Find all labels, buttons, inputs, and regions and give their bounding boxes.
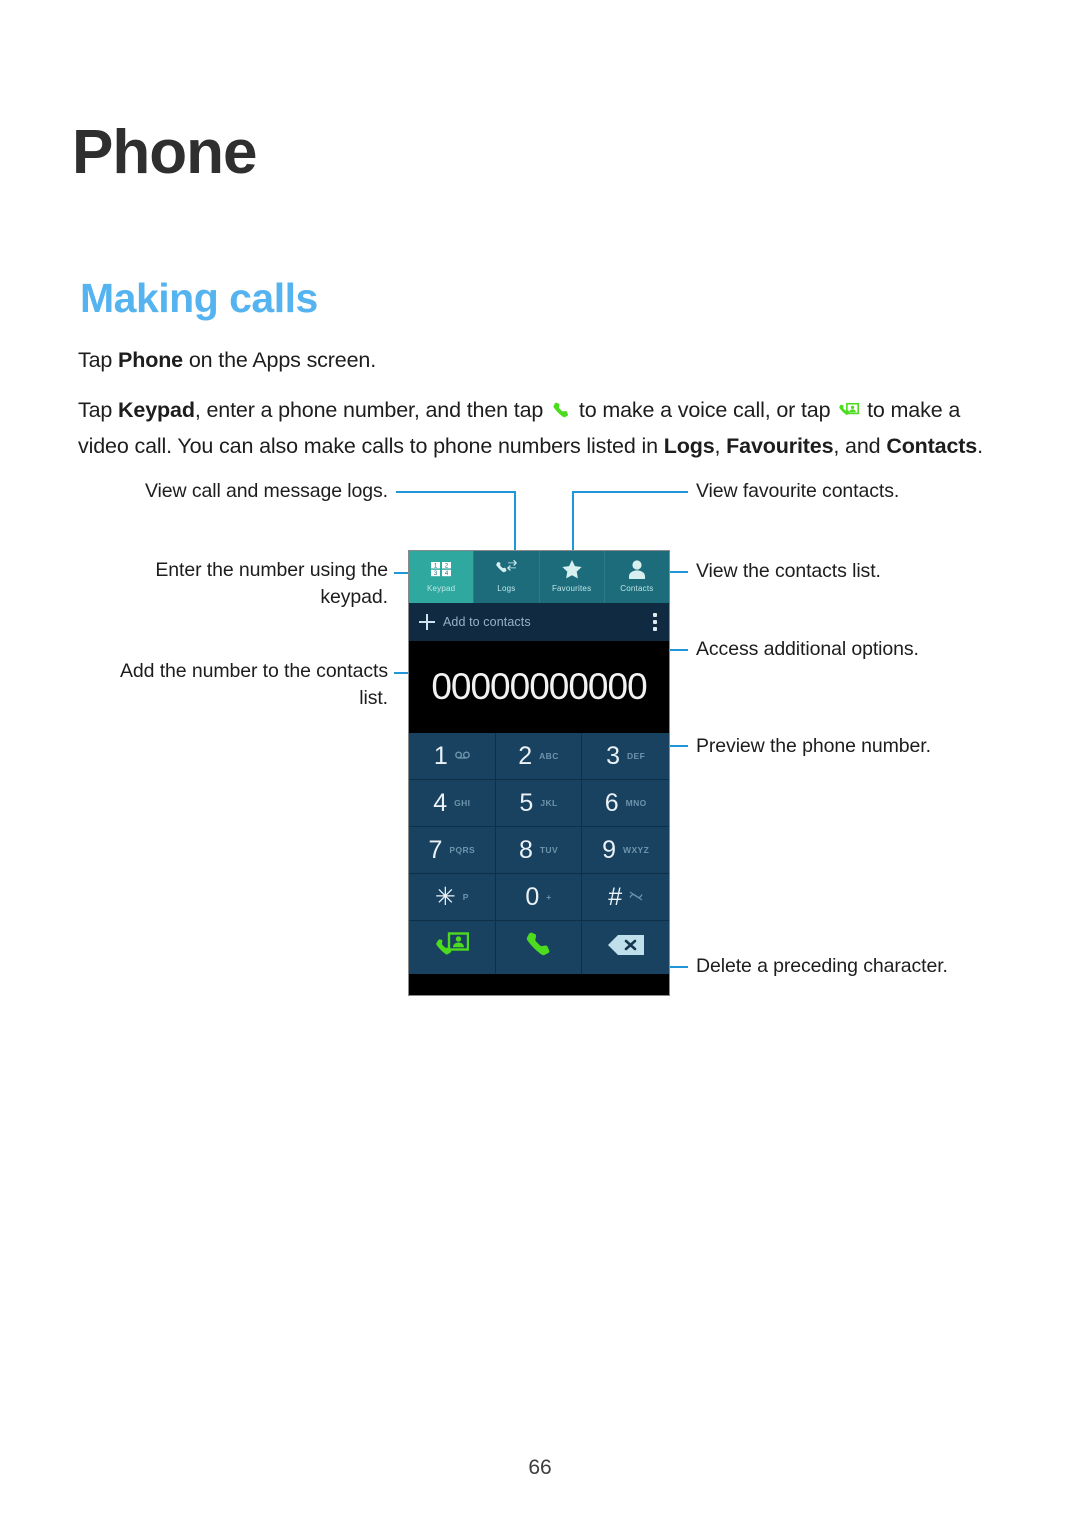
- video-call-icon: [435, 931, 470, 964]
- p1-text-after: on the Apps screen.: [183, 348, 377, 372]
- annotation-contacts: View the contacts list.: [696, 560, 881, 582]
- body-text: Tap Phone on the Apps screen. Tap Keypad…: [78, 344, 1012, 462]
- video-call-button[interactable]: [409, 921, 496, 974]
- phone-number-value: 00000000000: [431, 666, 647, 707]
- key-7-letters: PQRS: [449, 845, 476, 855]
- dialer-action-row: [409, 921, 669, 974]
- key-5[interactable]: 5 JKL: [495, 780, 583, 827]
- tab-keypad[interactable]: 1 2 3 4 Keypad: [409, 551, 475, 603]
- annotation-preview-number: Preview the phone number.: [696, 735, 931, 757]
- key-2-digit: 2: [518, 741, 533, 770]
- leader-logs-v: [514, 491, 516, 553]
- annotation-more-options: Access additional options.: [696, 638, 919, 660]
- mute-wave-icon: [629, 891, 643, 903]
- section-heading: Making calls: [80, 275, 318, 321]
- p2-t6: , and: [833, 434, 887, 458]
- paragraph-2: Tap Keypad, enter a phone number, and th…: [78, 394, 1012, 462]
- page-number: 66: [528, 1456, 552, 1479]
- tab-logs[interactable]: Logs: [474, 551, 540, 603]
- key-9[interactable]: 9 WXYZ: [582, 827, 669, 874]
- tab-contacts[interactable]: Contacts: [604, 551, 669, 603]
- key-star-sub: P: [462, 892, 469, 902]
- key-7-digit: 7: [428, 835, 443, 864]
- add-to-contacts-label: Add to contacts: [443, 615, 531, 629]
- person-icon: [628, 557, 646, 581]
- star-icon: [562, 557, 582, 581]
- p2-t3: to make a voice call, or tap: [573, 398, 837, 422]
- tab-favourites-label: Favourites: [551, 584, 592, 593]
- leader-fav-h: [572, 491, 688, 493]
- p2-bold-keypad: Keypad: [118, 398, 195, 422]
- key-3-letters: DEF: [627, 751, 646, 761]
- key-1-digit: 1: [433, 741, 448, 770]
- key-2[interactable]: 2 ABC: [495, 733, 583, 780]
- backspace-button[interactable]: [582, 921, 669, 974]
- key-star[interactable]: ✳ P: [409, 874, 496, 921]
- key-hash-digit: #: [608, 882, 623, 911]
- key-4[interactable]: 4 GHI: [409, 780, 496, 827]
- key-0-sub: +: [546, 892, 552, 902]
- annotation-keypad: Enter the number using the keypad.: [155, 559, 388, 608]
- p2-bold-contacts: Contacts: [886, 434, 978, 458]
- dialer-keypad: 1 2 ABC 3 DEF 4 GHI 5 JKL 6 MNO 7 PQRS 8…: [409, 733, 669, 921]
- key-6-letters: MNO: [625, 798, 647, 808]
- key-1[interactable]: 1: [409, 733, 496, 780]
- keypad-grid-icon: 1 2 3 4: [430, 557, 452, 581]
- key-5-letters: JKL: [540, 798, 558, 808]
- key-6-digit: 6: [604, 788, 619, 817]
- p2-t7: .: [977, 434, 983, 458]
- key-9-digit: 9: [602, 835, 617, 864]
- p2-t5: ,: [714, 434, 727, 458]
- key-8-letters: TUV: [539, 845, 559, 855]
- key-8-digit: 8: [518, 835, 533, 864]
- voicemail-icon: [454, 751, 470, 761]
- key-3-digit: 3: [606, 741, 620, 770]
- annotation-delete: Delete a preceding character.: [696, 955, 948, 977]
- key-0-digit: 0: [525, 882, 540, 911]
- key-4-digit: 4: [433, 788, 448, 817]
- key-star-digit: ✳: [434, 882, 456, 911]
- annotation-add-contacts: Add the number to the contacts list.: [119, 660, 388, 709]
- dialer-tabbar: 1 2 3 4 Keypad Logs Favourites Contacts: [409, 551, 669, 603]
- key-6[interactable]: 6 MNO: [582, 780, 669, 827]
- leader-fav-v: [572, 491, 574, 553]
- tab-logs-label: Logs: [497, 584, 516, 593]
- leader-logs-h: [396, 491, 516, 493]
- p1-bold-phone: Phone: [118, 348, 183, 372]
- backspace-icon: [607, 934, 645, 961]
- p2-bold-logs: Logs: [663, 434, 715, 458]
- voice-call-button[interactable]: [495, 921, 583, 974]
- key-3[interactable]: 3 DEF: [582, 733, 669, 780]
- key-hash[interactable]: #: [582, 874, 669, 921]
- key-7[interactable]: 7 PQRS: [409, 827, 496, 874]
- key-9-letters: WXYZ: [623, 845, 650, 855]
- key-4-letters: GHI: [454, 798, 471, 808]
- more-options-icon[interactable]: [653, 613, 657, 631]
- tab-contacts-label: Contacts: [620, 584, 654, 593]
- voice-call-icon: [551, 398, 571, 430]
- tab-keypad-label: Keypad: [426, 584, 456, 593]
- add-to-contacts-bar[interactable]: Add to contacts: [409, 603, 669, 641]
- p2-t1: Tap: [78, 398, 119, 422]
- p2-t2: , enter a phone number, and then tap: [194, 398, 550, 422]
- p1-text-before: Tap: [78, 348, 119, 372]
- video-call-icon: [838, 398, 860, 430]
- phone-app-screenshot: 1 2 3 4 Keypad Logs Favourites Contacts …: [408, 550, 670, 996]
- annotation-logs: View call and message logs.: [145, 480, 388, 502]
- phone-number-preview[interactable]: 00000000000: [409, 641, 669, 733]
- p2-bold-favourites: Favourites: [726, 434, 834, 458]
- key-2-letters: ABC: [539, 751, 559, 761]
- page-title: Phone: [72, 118, 257, 187]
- voice-call-icon: [523, 930, 554, 966]
- manual-page: Phone Making calls Tap Phone on the Apps…: [0, 0, 1080, 1527]
- plus-icon: [419, 614, 435, 630]
- paragraph-1: Tap Phone on the Apps screen.: [78, 344, 1012, 376]
- annotation-favourites: View favourite contacts.: [696, 480, 900, 502]
- tab-favourites[interactable]: Favourites: [539, 551, 605, 603]
- key-5-digit: 5: [519, 788, 534, 817]
- key-0[interactable]: 0 +: [495, 874, 583, 921]
- call-log-icon: [495, 557, 518, 581]
- key-8[interactable]: 8 TUV: [495, 827, 583, 874]
